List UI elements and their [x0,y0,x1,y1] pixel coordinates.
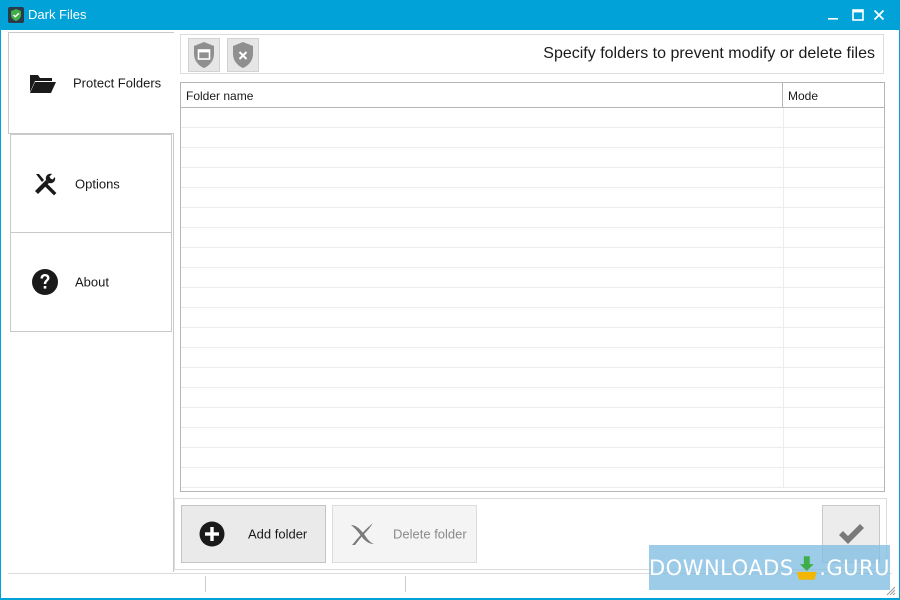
sidebar-item-label: Protect Folders [73,75,162,91]
window-title: Dark Files [28,7,87,22]
watermark-text-right: .GURU [819,555,890,580]
table-row[interactable] [181,228,884,248]
sidebar-item-options[interactable]: Options [10,134,172,233]
cell-divider [783,328,784,348]
close-icon [873,9,885,21]
table-header: Folder name Mode [181,83,884,108]
column-label: Mode [788,89,819,103]
add-folder-button[interactable]: Add folder [181,505,326,563]
column-header-mode[interactable]: Mode [783,83,883,107]
cell-divider [783,288,784,308]
folders-table[interactable]: Folder name Mode [180,82,885,492]
plus-circle-icon [198,520,226,548]
cell-divider [783,368,784,388]
minimize-icon [828,18,838,20]
table-row[interactable] [181,128,884,148]
unprotect-button[interactable] [227,38,259,72]
minimize-button[interactable] [821,0,845,30]
cell-divider [783,108,784,128]
cell-divider [783,428,784,448]
cell-divider [783,208,784,228]
table-row[interactable] [181,148,884,168]
column-header-folder-name[interactable]: Folder name [181,83,783,107]
watermark-banner: DOWNLOADS .GURU [649,545,890,590]
app-shield-icon [8,7,24,23]
cell-divider [783,388,784,408]
shield-x-icon [233,42,253,68]
question-icon [31,268,59,296]
table-row[interactable] [181,108,884,128]
folder-open-icon [29,69,57,97]
cell-divider [783,228,784,248]
table-row[interactable] [181,428,884,448]
cross-brush-icon [349,520,377,548]
table-row[interactable] [181,468,884,488]
cell-divider [783,408,784,428]
table-row[interactable] [181,248,884,268]
table-body [181,108,884,491]
sidebar-item-label: About [75,274,109,290]
cell-divider [783,168,784,188]
protect-window-button[interactable] [188,38,220,72]
sidebar-item-about[interactable]: About [10,232,172,332]
checkmark-icon [839,524,864,544]
table-row[interactable] [181,388,884,408]
tools-icon [31,170,59,198]
shield-window-icon [194,42,214,68]
table-row[interactable] [181,168,884,188]
delete-folder-label: Delete folder [393,526,467,542]
table-row[interactable] [181,268,884,288]
table-row[interactable] [181,328,884,348]
title-bar: Dark Files [0,0,900,30]
cell-divider [783,308,784,328]
table-row[interactable] [181,308,884,328]
cell-divider [783,248,784,268]
column-label: Folder name [186,89,254,103]
add-folder-label: Add folder [248,526,308,542]
status-separator [405,576,406,592]
window-border-left [0,30,1,600]
download-arrow-icon [796,555,817,580]
table-row[interactable] [181,448,884,468]
cell-divider [783,448,784,468]
watermark-text-left: DOWNLOADS [649,555,794,580]
close-button[interactable] [867,0,891,30]
sidebar-item-label: Options [75,176,120,191]
toolbar: Specify folders to prevent modify or del… [180,34,884,74]
cell-divider [783,348,784,368]
table-row[interactable] [181,368,884,388]
cell-divider [783,148,784,168]
maximize-icon [852,9,864,21]
table-row[interactable] [181,348,884,368]
cell-divider [783,128,784,148]
cell-divider [783,468,784,488]
table-row[interactable] [181,188,884,208]
delete-folder-button[interactable]: Delete folder [332,505,477,563]
table-row[interactable] [181,408,884,428]
table-row[interactable] [181,208,884,228]
status-separator [205,576,206,592]
table-row[interactable] [181,288,884,308]
toolbar-description: Specify folders to prevent modify or del… [543,45,875,62]
sidebar-item-protect-folders[interactable]: Protect Folders [8,32,174,134]
cell-divider [783,268,784,288]
cell-divider [783,188,784,208]
